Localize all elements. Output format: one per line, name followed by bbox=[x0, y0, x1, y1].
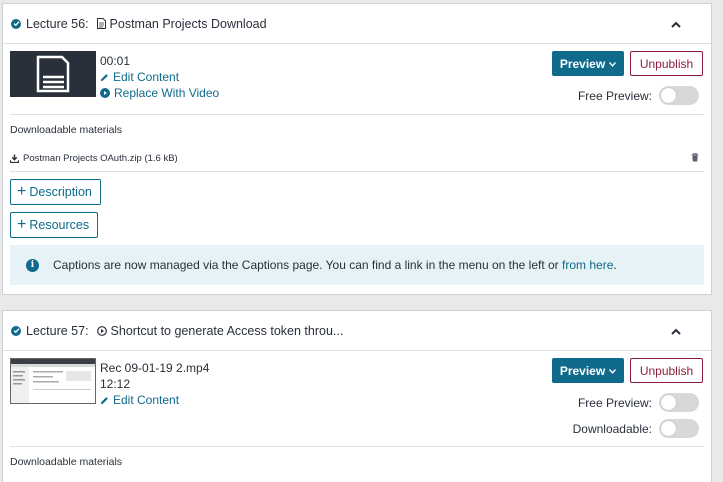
info-message: Captions are now managed via the Caption… bbox=[53, 258, 563, 272]
download-file-item: Postman Projects OAuth.zip (1.6 kB) bbox=[3, 145, 711, 171]
media-duration: 00:01 bbox=[100, 54, 131, 68]
lecture-number: Lecture 57: bbox=[26, 323, 89, 338]
free-preview-label: Free Preview: bbox=[577, 88, 652, 103]
downloadable-materials-title: Downloadable materials bbox=[10, 124, 123, 136]
preview-button[interactable]: Preview bbox=[552, 358, 624, 383]
pencil-icon bbox=[100, 73, 109, 82]
media-meta: Rec 09-01-19 2.mp4 12:12 Edit Content bbox=[100, 360, 209, 408]
description-row: + Description bbox=[3, 172, 711, 205]
toggle-knob bbox=[661, 88, 676, 103]
lecture-header[interactable]: Lecture 57: Shortcut to generate Access … bbox=[3, 311, 711, 351]
free-preview-toggle[interactable] bbox=[659, 393, 699, 412]
media-row: Rec 09-01-19 2.mp4 12:12 Edit Content Pr… bbox=[3, 351, 711, 446]
media-duration: 12:12 bbox=[100, 377, 131, 391]
info-text: Captions are now managed via the Caption… bbox=[53, 258, 617, 272]
free-preview-row: Free Preview: bbox=[578, 393, 699, 412]
media-meta: 00:01 Edit Content Replace With Video bbox=[100, 53, 219, 101]
play-circle-icon bbox=[100, 88, 110, 98]
downloadable-row: Downloadable: bbox=[573, 419, 699, 438]
add-resources-label: Resources bbox=[29, 218, 90, 232]
chevron-down-icon bbox=[609, 366, 617, 376]
replace-with-video-link[interactable]: Replace With Video bbox=[100, 85, 219, 101]
chevron-up-icon[interactable] bbox=[669, 17, 683, 31]
downloadable-label: Downloadable: bbox=[572, 421, 652, 436]
preview-label: Preview bbox=[559, 56, 606, 71]
add-description-label: Description bbox=[29, 185, 92, 199]
info-tail: . bbox=[613, 258, 617, 272]
toggle-knob bbox=[661, 395, 676, 410]
document-thumbnail bbox=[10, 51, 96, 97]
media-row: 00:01 Edit Content Replace With Video Pr… bbox=[3, 44, 711, 114]
free-preview-label: Free Preview: bbox=[577, 395, 652, 410]
trash-icon[interactable] bbox=[691, 153, 699, 162]
chevron-down-icon bbox=[609, 59, 617, 69]
downloadable-toggle[interactable] bbox=[659, 419, 699, 438]
captions-info-box: i Captions are now managed via the Capti… bbox=[10, 245, 704, 285]
published-check-icon bbox=[11, 325, 21, 336]
unpublish-button[interactable]: Unpublish bbox=[630, 51, 703, 76]
replace-with-video-label: Replace With Video bbox=[114, 86, 220, 100]
toggle-knob bbox=[661, 421, 676, 436]
resources-row: + Resources bbox=[3, 205, 711, 238]
lecture-number: Lecture 56: bbox=[26, 16, 89, 31]
published-check-icon bbox=[11, 18, 21, 29]
pencil-icon bbox=[100, 396, 109, 405]
info-icon: i bbox=[26, 258, 39, 272]
document-icon bbox=[96, 18, 106, 29]
lecture-56-card: Lecture 56: Postman Projects Download 00… bbox=[2, 3, 712, 295]
edit-content-label: Edit Content bbox=[113, 70, 180, 84]
plus-icon: + bbox=[17, 216, 27, 233]
download-file-name: Postman Projects OAuth.zip (1.6 kB) bbox=[23, 152, 178, 164]
lecture-title: Shortcut to generate Access token throu.… bbox=[110, 323, 344, 338]
preview-button[interactable]: Preview bbox=[552, 51, 624, 76]
download-icon bbox=[10, 153, 19, 163]
lecture-header[interactable]: Lecture 56: Postman Projects Download bbox=[3, 4, 711, 44]
edit-content-label: Edit Content bbox=[113, 393, 180, 407]
video-thumbnail bbox=[10, 358, 96, 404]
plus-icon: + bbox=[17, 183, 27, 200]
add-description-button[interactable]: + Description bbox=[10, 179, 101, 205]
edit-content-link[interactable]: Edit Content bbox=[100, 69, 219, 85]
add-resources-button[interactable]: + Resources bbox=[10, 212, 99, 238]
captions-link[interactable]: from here bbox=[562, 258, 613, 272]
chevron-up-icon[interactable] bbox=[669, 324, 683, 338]
edit-content-link[interactable]: Edit Content bbox=[100, 392, 209, 408]
downloadable-materials-title: Downloadable materials bbox=[10, 456, 123, 468]
lecture-57-card: Lecture 57: Shortcut to generate Access … bbox=[2, 310, 712, 482]
free-preview-row: Free Preview: bbox=[578, 86, 699, 105]
lecture-title: Postman Projects Download bbox=[109, 16, 267, 31]
preview-label: Preview bbox=[559, 363, 606, 378]
unpublish-button[interactable]: Unpublish bbox=[630, 358, 703, 383]
play-icon bbox=[96, 325, 107, 336]
free-preview-toggle[interactable] bbox=[659, 86, 699, 105]
video-file-name: Rec 09-01-19 2.mp4 bbox=[100, 361, 210, 375]
